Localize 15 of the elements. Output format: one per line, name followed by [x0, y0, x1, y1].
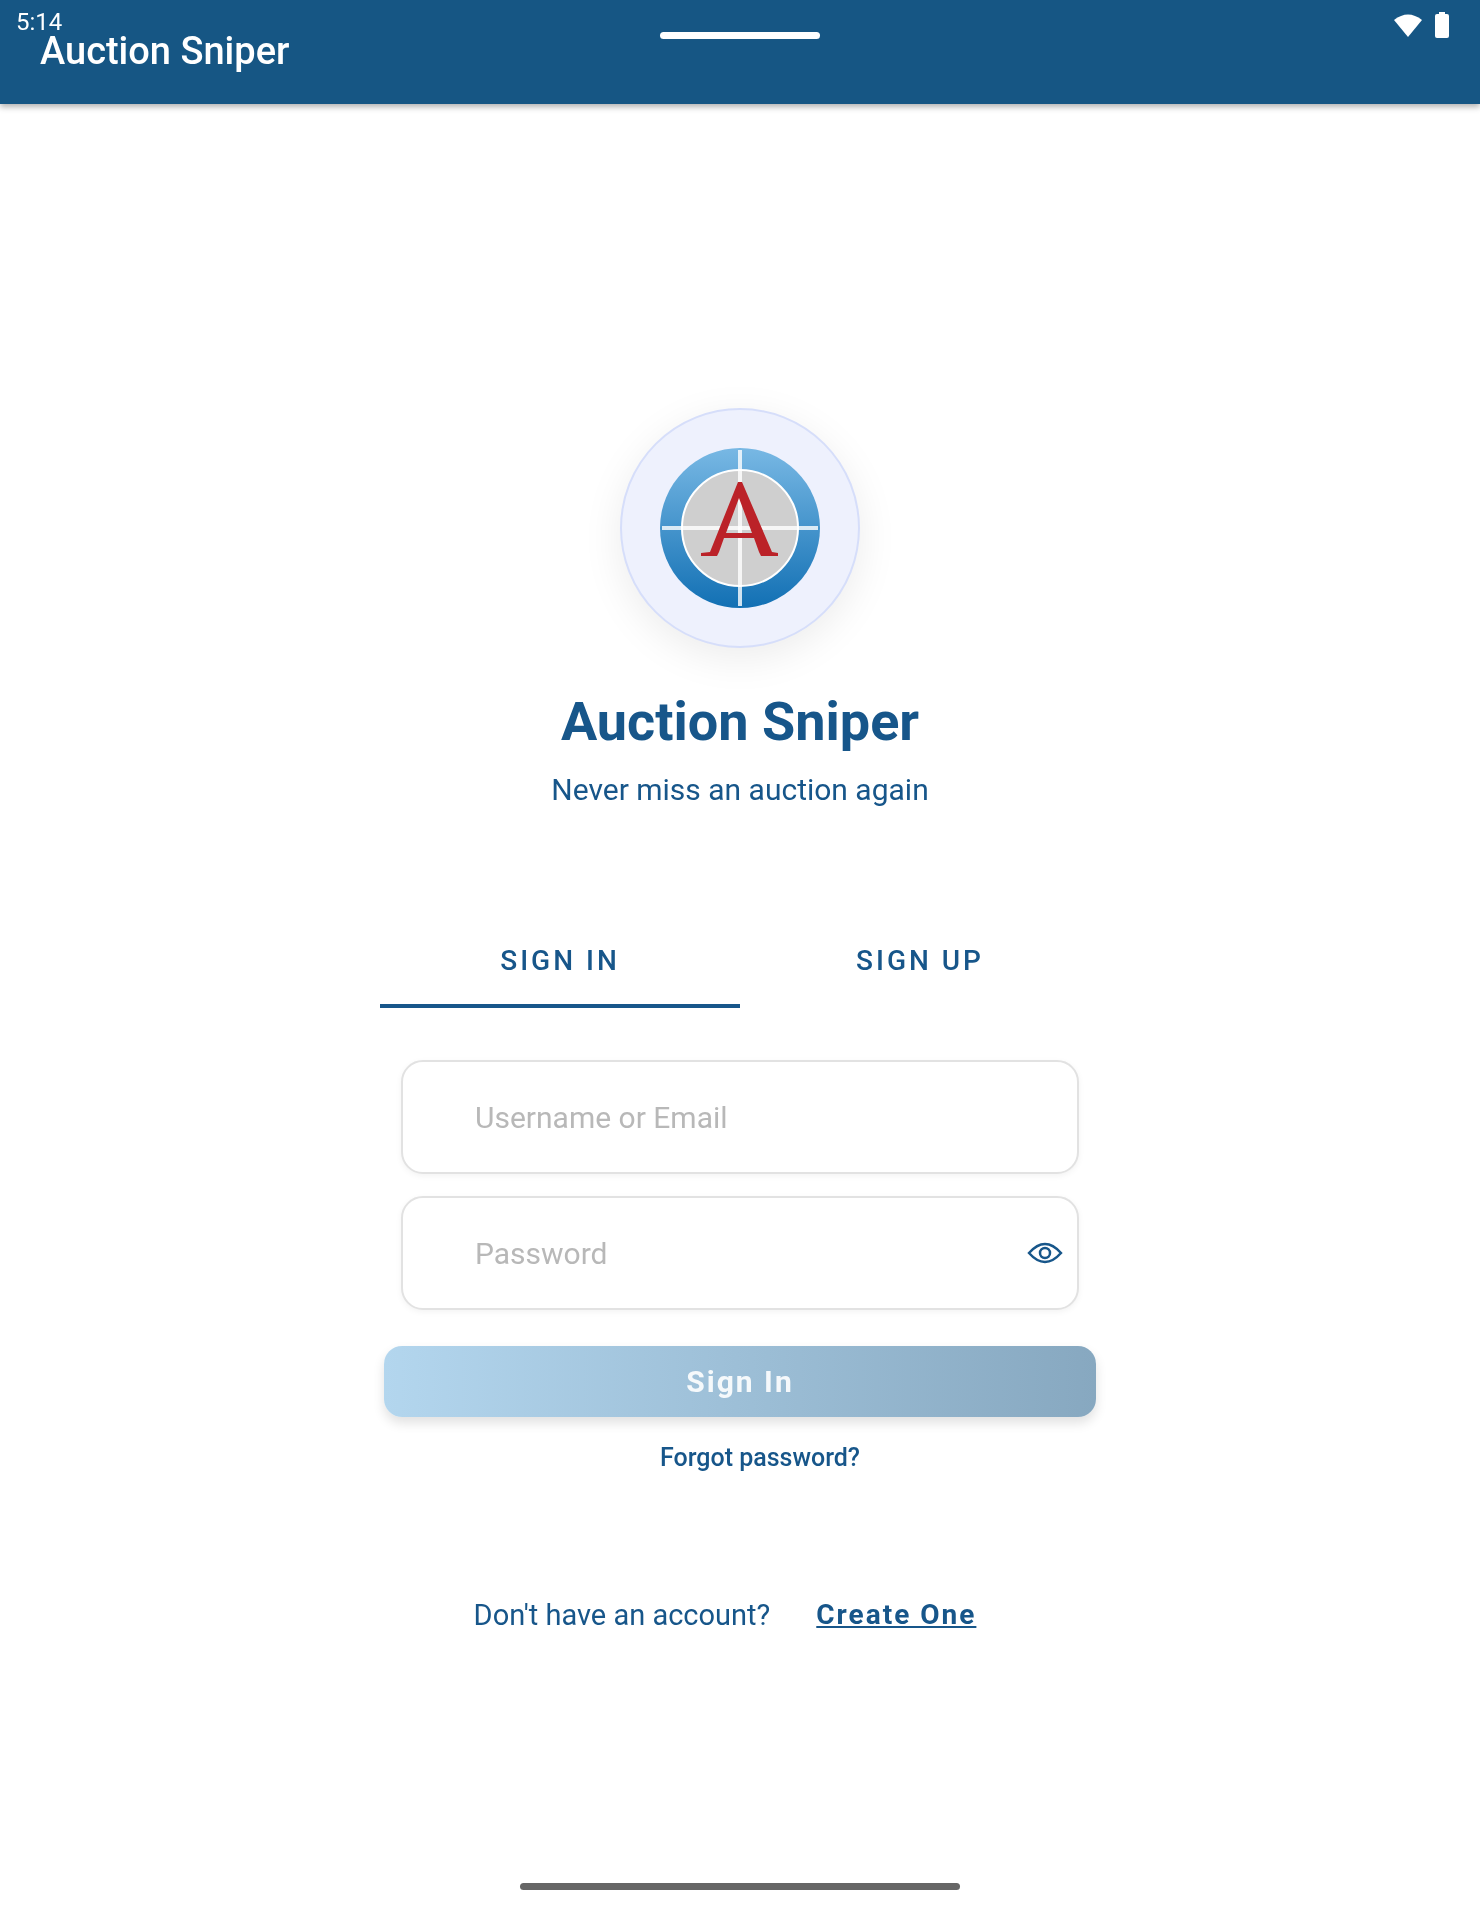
forgot-password-link[interactable]: Forgot password?: [659, 1443, 861, 1473]
eye-icon[interactable]: [1027, 1241, 1063, 1265]
username-field[interactable]: Username or Email: [401, 1060, 1079, 1174]
tab[interactable]: SIGN IN: [380, 918, 740, 1008]
password-field[interactable]: Password: [401, 1196, 1079, 1310]
wifi-icon: [1394, 13, 1422, 37]
crosshair-logo-icon: [658, 446, 822, 610]
tab[interactable]: SIGN UP: [740, 918, 1100, 1008]
create-account-link[interactable]: Create One: [816, 1597, 977, 1633]
drag-handle[interactable]: [660, 32, 820, 39]
app-title: Auction Sniper: [560, 690, 920, 754]
home-indicator[interactable]: [520, 1883, 960, 1890]
signup-prompt: Don't have an account?: [473, 1597, 771, 1633]
tagline: Never miss an auction again: [551, 772, 929, 808]
battery-icon: [1434, 12, 1450, 38]
